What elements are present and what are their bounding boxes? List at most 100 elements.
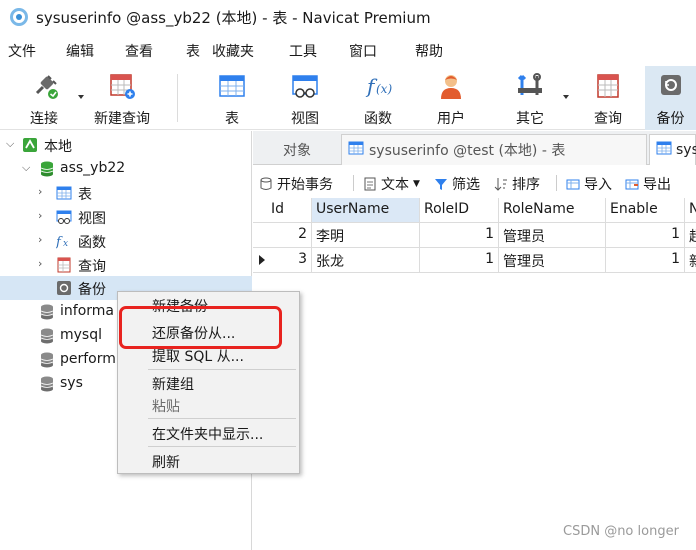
transaction-icon	[259, 177, 273, 191]
database-icon	[40, 328, 56, 344]
cell-rolename[interactable]: 管理员	[499, 248, 606, 273]
column-header-partial[interactable]: N	[685, 198, 696, 223]
connect-dropdown-arrow-icon[interactable]	[78, 95, 84, 99]
cell-roleid[interactable]: 1	[420, 223, 499, 248]
tree-label: perform	[60, 351, 116, 367]
menu-edit[interactable]: 编辑	[66, 41, 94, 61]
navicat-logo-icon	[10, 8, 28, 26]
menu-item-new-group[interactable]: 新建组	[152, 374, 194, 394]
tree-label: informa	[60, 303, 114, 319]
menu-item-refresh[interactable]: 刷新	[152, 452, 180, 472]
view-label: 视图	[291, 111, 319, 127]
tab-table-active[interactable]: sys	[649, 134, 696, 165]
row-selector[interactable]	[253, 248, 267, 273]
tree-node-queries[interactable]: › 查询	[0, 253, 252, 277]
menu-view[interactable]: 查看	[125, 41, 153, 61]
function-button[interactable]: f (x) 函数	[356, 66, 400, 130]
export-button[interactable]: 导出	[625, 174, 671, 194]
tab-table-test[interactable]: sysuserinfo @test (本地) - 表	[341, 134, 647, 165]
backup-button[interactable]: 备份	[645, 66, 696, 130]
text-label: 文本	[381, 177, 409, 193]
sort-button[interactable]: 排序	[494, 174, 540, 194]
document-icon	[363, 177, 377, 191]
current-row-arrow-icon	[259, 255, 265, 265]
chevron-right-icon[interactable]: ›	[38, 233, 42, 246]
menu-separator	[148, 418, 296, 419]
backup-icon	[656, 71, 686, 101]
new-query-label: 新建查询	[94, 111, 150, 127]
tree-label: 视图	[78, 211, 106, 227]
menu-item-show-in-folder[interactable]: 在文件夹中显示...	[152, 424, 263, 444]
tree-label: ass_yb22	[60, 160, 126, 176]
table-icon	[348, 140, 364, 160]
cell-id[interactable]: 2	[267, 223, 312, 248]
cell-username[interactable]: 李明	[312, 223, 420, 248]
tree-node-functions[interactable]: › fx 函数	[0, 229, 252, 253]
cell-id[interactable]: 3	[267, 248, 312, 273]
column-header-id[interactable]: Id	[267, 198, 312, 223]
chevron-down-icon[interactable]: ⌵	[22, 161, 30, 175]
connect-label: 连接	[30, 111, 58, 127]
cell-username[interactable]: 张龙	[312, 248, 420, 273]
tree-node-local[interactable]: ⌵ 本地	[0, 133, 252, 157]
chevron-right-icon[interactable]: ›	[38, 257, 42, 270]
column-header-roleid[interactable]: RoleID	[420, 198, 499, 223]
column-header-rolename[interactable]: RoleName	[499, 198, 606, 223]
cell-enable[interactable]: 1	[606, 248, 685, 273]
table-row[interactable]: 3 张龙 1 管理员 1 新	[253, 248, 696, 273]
text-button[interactable]: 文本 ▼	[363, 174, 420, 194]
menu-favorites[interactable]: 收藏夹	[212, 41, 254, 61]
menu-file[interactable]: 文件	[8, 41, 36, 61]
backup-label: 备份	[656, 111, 685, 127]
filter-button[interactable]: 筛选	[434, 174, 480, 194]
query-button[interactable]: 查询	[586, 66, 630, 130]
table-row[interactable]: 2 李明 1 管理员 1 超	[253, 223, 696, 248]
svg-text:(x): (x)	[376, 82, 392, 96]
chevron-down-icon[interactable]: ▼	[413, 179, 420, 189]
new-query-button[interactable]: 新建查询	[92, 66, 152, 130]
connect-button[interactable]: 连接	[22, 66, 66, 130]
import-label: 导入	[584, 177, 612, 193]
plug-icon	[29, 71, 59, 101]
database-open-icon	[40, 161, 56, 177]
menu-window[interactable]: 窗口	[349, 41, 377, 61]
row-selector[interactable]	[253, 223, 267, 248]
begin-transaction-button[interactable]: 开始事务	[259, 174, 333, 194]
tab-label: sys	[676, 142, 696, 158]
import-button[interactable]: 导入	[566, 174, 612, 194]
menu-item-extract-sql[interactable]: 提取 SQL 从...	[152, 346, 244, 366]
chevron-right-icon[interactable]: ›	[38, 209, 42, 222]
tree-label: 表	[78, 187, 92, 203]
table-toolbar: 开始事务 文本 ▼ 筛选 排序 导入 导出	[253, 169, 696, 197]
query-label: 查询	[594, 111, 622, 127]
csdn-watermark: CSDN @no longer	[563, 524, 679, 539]
cell-enable[interactable]: 1	[606, 223, 685, 248]
chevron-down-icon[interactable]: ⌵	[6, 137, 14, 151]
view-button[interactable]: 视图	[283, 66, 327, 130]
user-icon	[436, 71, 466, 101]
table-icon	[217, 71, 247, 101]
menu-help[interactable]: 帮助	[415, 41, 443, 61]
cell-partial[interactable]: 超	[685, 223, 696, 248]
other-dropdown-arrow-icon[interactable]	[563, 95, 569, 99]
main-toolbar: 连接 新建查询 表 视图 f (x) 函数 用户 其它 查询 备份	[0, 66, 696, 130]
tree-node-tables[interactable]: › 表	[0, 181, 252, 205]
cell-roleid[interactable]: 1	[420, 248, 499, 273]
tree-node-views[interactable]: › 视图	[0, 205, 252, 229]
tab-objects[interactable]: 对象	[277, 134, 317, 165]
column-header-username[interactable]: UserName	[312, 198, 420, 223]
cell-partial[interactable]: 新	[685, 248, 696, 273]
menu-table[interactable]: 表	[186, 41, 200, 61]
other-button[interactable]: 其它	[508, 66, 552, 130]
connection-icon	[22, 137, 38, 153]
chevron-right-icon[interactable]: ›	[38, 185, 42, 198]
database-icon	[40, 304, 56, 320]
tree-node-ass-yb22[interactable]: ⌵ ass_yb22	[0, 157, 252, 181]
cell-rolename[interactable]: 管理员	[499, 223, 606, 248]
menu-tools[interactable]: 工具	[289, 41, 317, 61]
window-title: sysuserinfo @ass_yb22 (本地) - 表 - Navicat…	[36, 8, 431, 27]
export-label: 导出	[643, 177, 671, 193]
column-header-enable[interactable]: Enable	[606, 198, 685, 223]
user-button[interactable]: 用户	[429, 66, 473, 130]
table-button[interactable]: 表	[210, 66, 254, 130]
